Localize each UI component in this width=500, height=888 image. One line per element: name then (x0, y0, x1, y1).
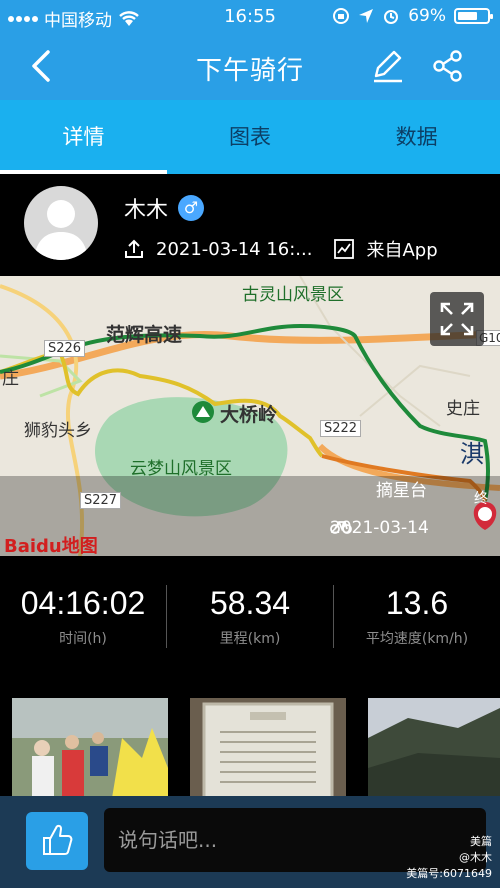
stat-distance-label: 里程(km) (219, 630, 281, 647)
stat-duration-value: 04:16:02 (20, 584, 146, 621)
map-label-qi: 淇 (460, 440, 484, 468)
map-label-yunmeng: 云梦山风景区 (130, 459, 232, 479)
stat-avg-speed-value: 13.6 (385, 584, 449, 621)
battery-percent: 69% (408, 6, 446, 26)
activity-meta: 2021-03-14 16:... 来自App (124, 236, 438, 262)
map-label-zhuang: 庄 (2, 369, 19, 389)
profile-header: 木木 ♂ 2021-03-14 16:... 来自App (0, 174, 500, 276)
route-map[interactable]: 古灵山风景区 范辉高速 S226 庄 狮豹头乡 大桥岭 S222 史庄 淇 云梦… (0, 276, 500, 556)
map-label-fanhui: 范辉高速 (106, 324, 183, 346)
share-icon[interactable] (430, 48, 466, 84)
page-title: 下午骑行 (195, 56, 304, 86)
rotation-lock-icon (333, 8, 350, 24)
battery-icon (454, 8, 493, 24)
watermark-author: @木木 (459, 851, 492, 864)
end-marker-label: 终 (474, 491, 488, 507)
tab-bar: 详情 图表 数据 (0, 100, 500, 174)
stat-avg-speed: 13.6 平均速度(km/h) (333, 584, 500, 648)
expand-map-button[interactable] (430, 292, 484, 346)
map-label-daqiaoling: 大桥岭 (220, 404, 278, 426)
watermark-id: 美篇号:6071649 (406, 867, 492, 880)
map-label-s226: S226 (44, 340, 86, 357)
tab-data[interactable]: 数据 (333, 100, 500, 174)
location-icon (359, 9, 374, 23)
edit-icon[interactable] (370, 48, 406, 84)
photo-thumbnail[interactable] (368, 698, 500, 798)
avatar[interactable] (24, 186, 98, 260)
tab-charts[interactable]: 图表 (167, 100, 334, 174)
nav-bar: 下午骑行 (0, 34, 500, 100)
stats-panel: 04:16:02 时间(h) 58.34 里程(km) 13.6 平均速度(km… (0, 556, 500, 676)
like-button[interactable] (26, 812, 88, 870)
baidu-map-logo: Baidu地图 (4, 536, 98, 556)
status-icons: 69% (332, 6, 493, 26)
photo-thumbnail[interactable] (12, 698, 168, 798)
map-label-s222: S222 (320, 420, 362, 437)
stat-duration-label: 时间(h) (59, 630, 107, 647)
activity-datetime: 2021-03-14 16:... (156, 238, 313, 260)
map-label-shibao: 狮豹头乡 (24, 421, 92, 441)
meipian-watermark: 美篇 @木木 美篇号:6071649 (406, 834, 492, 882)
photo-thumbnail[interactable] (190, 698, 346, 798)
watermark-brand: 美篇 (470, 835, 492, 848)
map-label-shizhuang: 史庄 (446, 399, 480, 419)
stat-distance: 58.34 里程(km) (166, 584, 333, 648)
tab-details[interactable]: 详情 (0, 100, 167, 174)
activity-source: 来自App (366, 240, 438, 261)
photo-strip (0, 676, 500, 806)
stat-distance-value: 58.34 (209, 584, 291, 621)
map-label-zhaixing: 摘星台 (376, 481, 427, 501)
upload-icon (125, 239, 143, 258)
status-bar: 中国移动 16:55 69% (0, 0, 500, 34)
map-label-guling: 古灵山风景区 (242, 285, 344, 305)
stat-avg-speed-label: 平均速度(km/h) (365, 630, 469, 647)
male-icon: ♂ (178, 195, 205, 221)
stat-duration: 04:16:02 时间(h) (0, 585, 166, 648)
thumbs-up-icon (43, 824, 73, 855)
map-date: 2021-03-14 (330, 518, 429, 538)
chart-line-icon (334, 239, 355, 259)
bottom-comment-bar: 说句话吧... 美篇 @木木 美篇号:6071649 (0, 796, 500, 888)
bicycle-icon (330, 521, 352, 534)
alarm-icon (384, 10, 399, 24)
map-label-s227: S227 (80, 492, 122, 509)
username-row: 木木 ♂ (124, 192, 205, 224)
username: 木木 (124, 198, 169, 223)
fullscreen-icon (440, 302, 474, 336)
